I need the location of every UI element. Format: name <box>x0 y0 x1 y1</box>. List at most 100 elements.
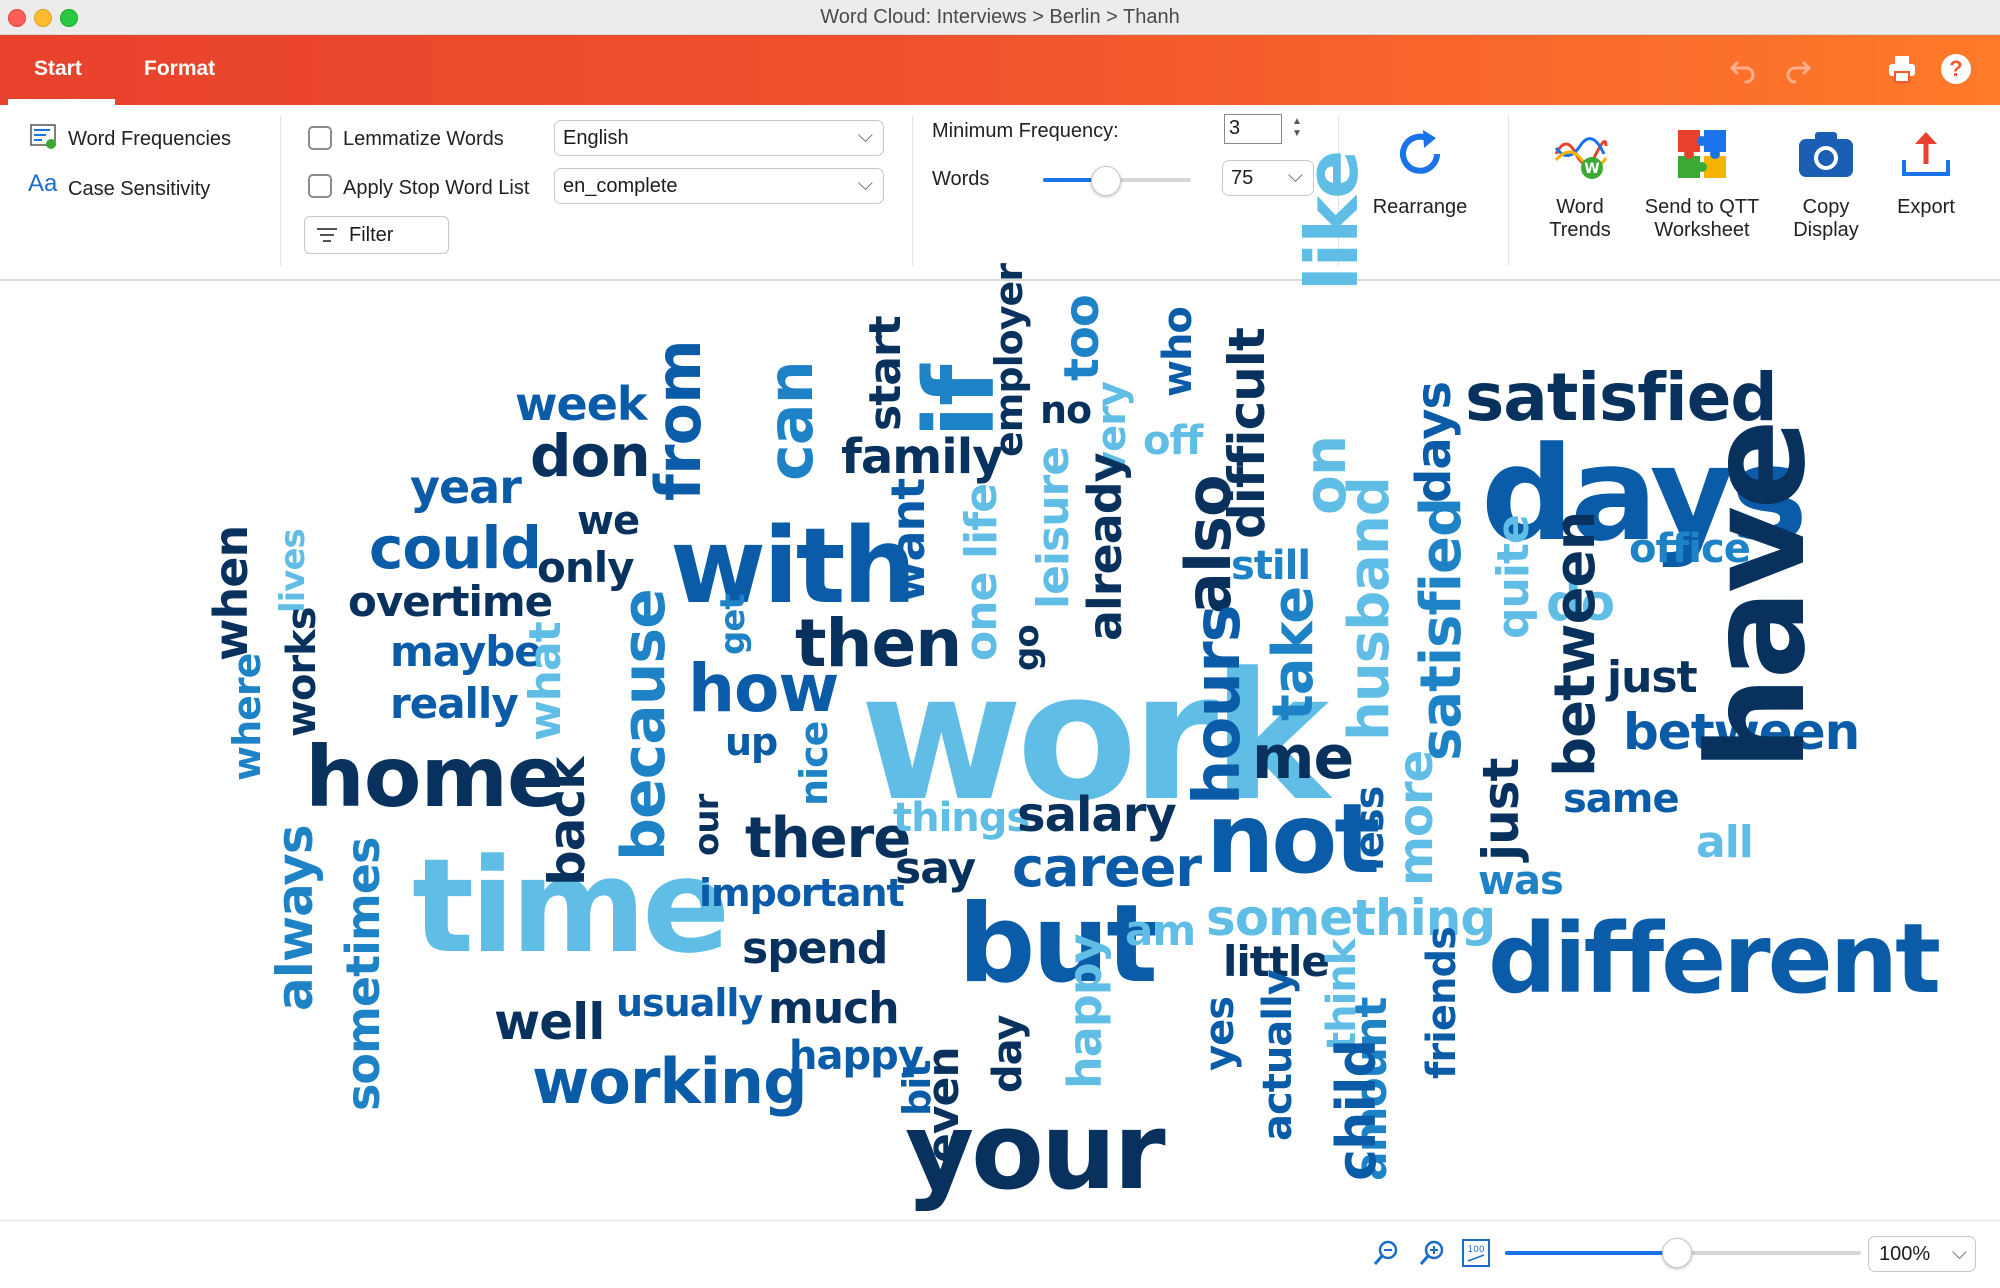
cloud-word[interactable]: more <box>1388 751 1444 886</box>
cloud-word[interactable]: works <box>279 607 325 737</box>
cloud-word[interactable]: no <box>1040 391 1092 429</box>
minimum-frequency-input[interactable]: 3 <box>1224 114 1282 144</box>
stop-word-list-select[interactable]: en_complete ⌵ <box>554 168 884 204</box>
cloud-word[interactable]: salary <box>1017 791 1177 839</box>
cloud-word[interactable]: where <box>225 654 269 781</box>
cloud-word[interactable]: spend <box>742 927 888 971</box>
cloud-word[interactable]: our <box>687 795 727 856</box>
cloud-word[interactable]: home <box>305 735 564 819</box>
cloud-word[interactable]: don <box>530 427 651 485</box>
cloud-word[interactable]: day <box>985 1016 1031 1093</box>
language-select[interactable]: English ⌵ <box>554 120 884 156</box>
cloud-word[interactable]: actually <box>1255 970 1301 1141</box>
cloud-word[interactable]: think <box>1319 940 1365 1051</box>
word-trends-button[interactable]: W Word Trends <box>1530 122 1630 242</box>
cloud-word[interactable]: same <box>1563 779 1680 819</box>
status-bar: 100 100% ⌵ <box>0 1220 2000 1288</box>
cloud-word[interactable]: child <box>1325 1040 1388 1181</box>
filter-button[interactable]: Filter <box>304 216 449 254</box>
send-to-qtt-worksheet-button[interactable]: Send to QTT Worksheet <box>1636 122 1768 242</box>
cloud-word[interactable]: with <box>670 514 916 618</box>
zoom-level-select[interactable]: 100% ⌵ <box>1868 1236 1976 1272</box>
cloud-word[interactable]: friends <box>1419 927 1465 1079</box>
cloud-word[interactable]: one <box>956 573 1007 661</box>
rearrange-button[interactable]: Rearrange <box>1366 122 1474 219</box>
actual-size-icon[interactable]: 100 <box>1460 1237 1492 1269</box>
cloud-word[interactable]: life <box>956 484 1007 559</box>
cloud-word[interactable]: husband <box>1337 477 1402 741</box>
cloud-word[interactable]: happy <box>1058 934 1112 1089</box>
cloud-word[interactable]: different <box>1488 911 1941 1007</box>
redo-icon[interactable] <box>1780 51 1816 87</box>
cloud-word[interactable]: even <box>918 1047 969 1163</box>
cloud-word[interactable]: take <box>1261 587 1326 721</box>
apply-stop-word-list-checkbox[interactable] <box>308 174 332 198</box>
cloud-word[interactable]: much <box>768 987 900 1031</box>
cloud-word[interactable]: well <box>494 997 605 1047</box>
cloud-word[interactable]: things <box>893 798 1030 838</box>
cloud-word[interactable]: already <box>1078 453 1132 641</box>
cloud-word[interactable]: too <box>1054 295 1110 381</box>
cloud-word[interactable]: could <box>369 519 542 577</box>
cloud-word[interactable]: nice <box>792 722 836 806</box>
cloud-word[interactable]: just <box>1472 759 1530 861</box>
cloud-word[interactable]: sometimes <box>336 838 390 1111</box>
export-button[interactable]: Export <box>1880 122 1972 219</box>
cloud-word[interactable]: really <box>390 683 519 725</box>
cloud-word[interactable]: we <box>577 501 640 541</box>
case-sensitivity-button[interactable]: Case Sensitivity <box>68 178 210 201</box>
cloud-word[interactable]: difficult <box>1218 328 1276 539</box>
cloud-word[interactable]: who <box>1155 307 1201 397</box>
cloud-word[interactable]: hours <box>1181 605 1255 805</box>
cloud-word[interactable]: all <box>1696 821 1754 865</box>
cloud-word[interactable]: go <box>1007 625 1047 671</box>
cloud-word[interactable]: start <box>860 316 911 431</box>
cloud-word[interactable]: because <box>609 589 679 861</box>
help-icon[interactable]: ? <box>1938 51 1974 87</box>
cloud-word[interactable]: days <box>1406 382 1462 503</box>
cloud-word[interactable]: when <box>204 526 258 661</box>
cloud-word[interactable]: lives <box>273 529 313 613</box>
cloud-word[interactable]: year <box>410 464 522 510</box>
cloud-word[interactable]: up <box>725 723 778 761</box>
cloud-word[interactable]: important <box>699 874 905 912</box>
cloud-word[interactable]: what <box>520 622 571 741</box>
cloud-word[interactable]: between <box>1543 512 1608 777</box>
copy-display-button[interactable]: Copy Display <box>1776 122 1876 242</box>
zoom-in-icon[interactable] <box>1416 1237 1448 1269</box>
cloud-word[interactable]: employer <box>987 264 1031 457</box>
cloud-word[interactable]: was <box>1478 861 1564 901</box>
cloud-word[interactable]: get <box>713 594 753 655</box>
cloud-word[interactable]: maybe <box>390 631 543 673</box>
undo-icon[interactable] <box>1725 51 1761 87</box>
zoom-slider-handle[interactable] <box>1662 1238 1692 1268</box>
words-slider-handle[interactable] <box>1091 166 1121 196</box>
lemmatize-words-checkbox[interactable] <box>308 126 332 150</box>
cloud-word[interactable]: yes <box>1197 997 1243 1071</box>
tab-start[interactable]: Start <box>34 57 82 81</box>
cloud-word[interactable]: satisfied <box>1409 498 1474 761</box>
minimum-frequency-stepper[interactable]: ▲ ▼ <box>1292 116 1302 140</box>
cloud-word[interactable]: leisure <box>1028 447 1079 609</box>
cloud-word[interactable]: family <box>841 433 1003 481</box>
cloud-word[interactable]: can <box>754 361 827 481</box>
cloud-word[interactable]: from <box>642 340 715 501</box>
cloud-word[interactable]: want <box>881 479 935 603</box>
cloud-word[interactable]: off <box>1143 421 1203 461</box>
cloud-word[interactable]: working <box>532 1051 807 1113</box>
cloud-word[interactable]: quite <box>1488 515 1539 639</box>
cloud-word[interactable]: usually <box>616 984 763 1022</box>
cloud-word[interactable]: am <box>1125 910 1196 952</box>
send-to-qtt-worksheet-label: Send to QTT Worksheet <box>1644 196 1760 241</box>
cloud-word[interactable]: back <box>538 758 596 886</box>
tab-format[interactable]: Format <box>144 57 215 81</box>
cloud-word[interactable]: always <box>266 825 324 1011</box>
cloud-word[interactable]: like <box>1290 151 1374 291</box>
cloud-word[interactable]: overtime <box>348 581 553 623</box>
print-icon[interactable] <box>1884 51 1920 87</box>
cloud-word[interactable]: have <box>1679 423 1835 771</box>
cloud-word[interactable]: less <box>1347 787 1393 871</box>
cloud-word[interactable]: week <box>515 381 647 427</box>
word-frequencies-button[interactable]: Word Frequencies <box>68 128 231 151</box>
zoom-out-icon[interactable] <box>1370 1237 1402 1269</box>
